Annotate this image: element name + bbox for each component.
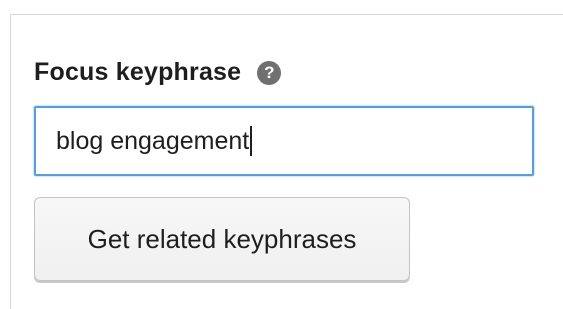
focus-keyphrase-input-value[interactable]: blog engagement <box>56 127 249 156</box>
text-caret <box>250 126 253 156</box>
question-mark-icon[interactable]: ? <box>257 60 282 85</box>
get-related-keyphrases-button[interactable]: Get related keyphrases <box>34 197 410 281</box>
focus-keyphrase-label: Focus keyphrase <box>34 58 242 86</box>
panel-border-left <box>10 14 11 309</box>
focus-keyphrase-input[interactable]: blog engagement <box>34 106 534 176</box>
focus-keyphrase-header: Focus keyphrase ? <box>34 58 282 87</box>
keyphrase-panel: Focus keyphrase ? blog engagement Get re… <box>0 0 563 309</box>
panel-border-top <box>10 14 563 15</box>
